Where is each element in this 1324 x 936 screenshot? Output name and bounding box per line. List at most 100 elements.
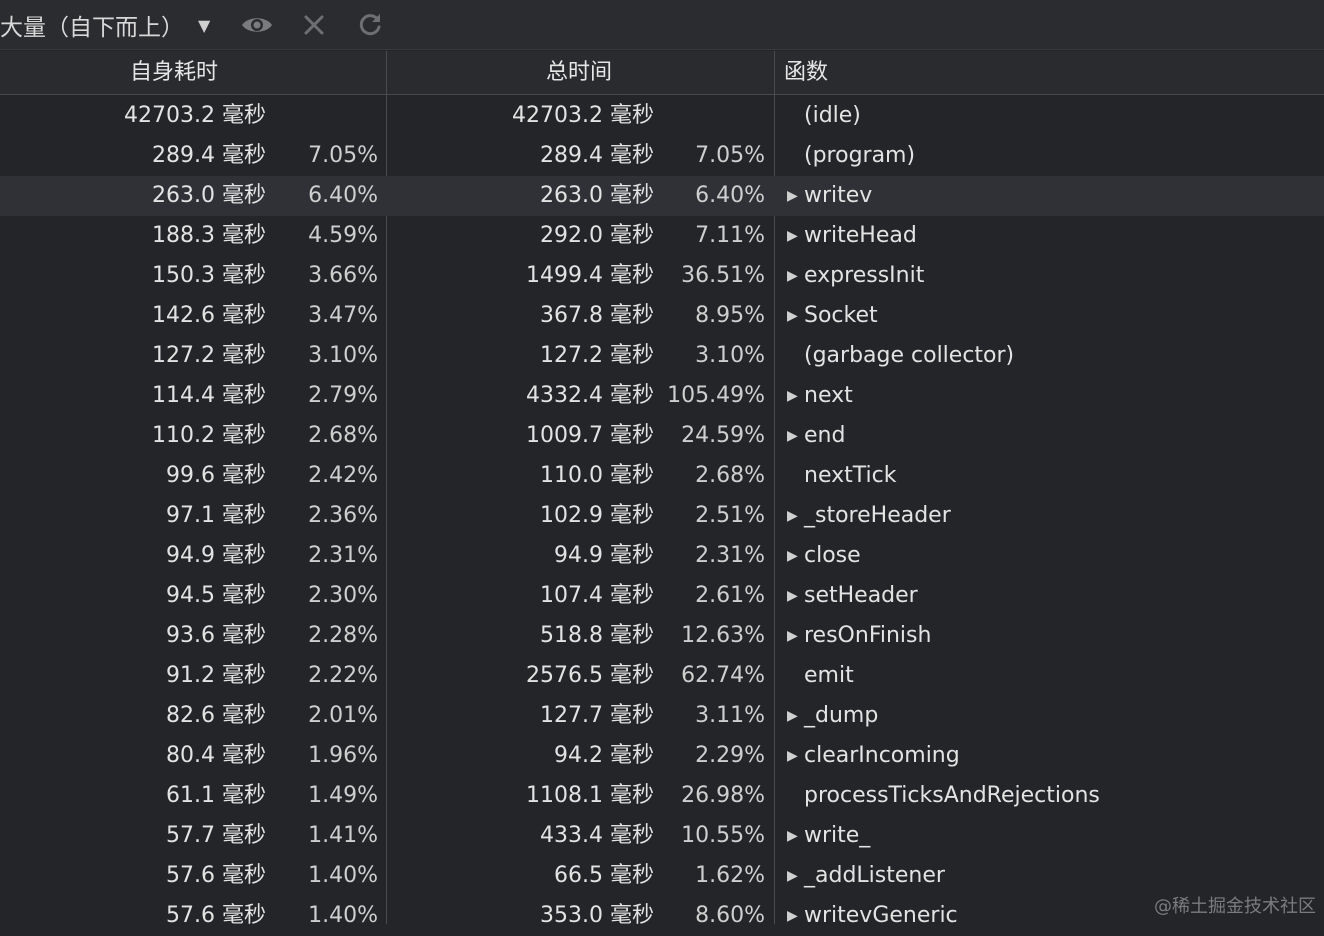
total-percent-cell: 26.98%	[681, 776, 765, 816]
self-time-cell: 188.3 毫秒	[152, 216, 266, 256]
total-percent-cell: 105.49%	[667, 376, 765, 416]
expand-triangle-icon[interactable]: ▶	[787, 896, 798, 936]
expand-triangle-icon[interactable]: ▶	[787, 256, 798, 296]
table-row[interactable]: 80.4 毫秒1.96%94.2 毫秒2.29%▶clearIncoming	[0, 736, 1324, 776]
total-time-cell: 289.4 毫秒	[540, 136, 654, 176]
expand-triangle-icon[interactable]: ▶	[787, 536, 798, 576]
table-row[interactable]: 99.6 毫秒2.42%110.0 毫秒2.68%nextTick	[0, 456, 1324, 496]
total-percent-cell: 3.10%	[695, 336, 765, 376]
self-percent-cell: 2.01%	[308, 696, 378, 736]
self-time-cell: 82.6 毫秒	[166, 696, 266, 736]
self-percent-cell: 2.31%	[308, 536, 378, 576]
function-name-cell: processTicksAndRejections	[804, 776, 1100, 816]
table-row[interactable]: 110.2 毫秒2.68%1009.7 毫秒24.59%▶end	[0, 416, 1324, 456]
self-time-cell: 42703.2 毫秒	[124, 96, 266, 136]
expand-triangle-icon[interactable]: ▶	[787, 216, 798, 256]
total-percent-cell: 10.55%	[681, 816, 765, 856]
column-header-total-time[interactable]: 总时间	[546, 51, 612, 95]
self-time-cell: 57.7 毫秒	[166, 816, 266, 856]
expand-triangle-icon[interactable]: ▶	[787, 736, 798, 776]
total-percent-cell: 3.11%	[695, 696, 765, 736]
self-time-cell: 127.2 毫秒	[152, 336, 266, 376]
function-name-cell: writevGeneric	[804, 896, 958, 936]
function-name-cell: Socket	[804, 296, 878, 336]
table-row[interactable]: 150.3 毫秒3.66%1499.4 毫秒36.51%▶expressInit	[0, 256, 1324, 296]
column-header-function[interactable]: 函数	[784, 51, 828, 95]
total-time-cell: 1108.1 毫秒	[526, 776, 654, 816]
table-row[interactable]: 61.1 毫秒1.49%1108.1 毫秒26.98%processTicksA…	[0, 776, 1324, 816]
function-name-cell: emit	[804, 656, 854, 696]
self-time-cell: 61.1 毫秒	[166, 776, 266, 816]
table-row[interactable]: 289.4 毫秒7.05%289.4 毫秒7.05%(program)	[0, 136, 1324, 176]
expand-triangle-icon[interactable]: ▶	[787, 856, 798, 896]
table-row[interactable]: 57.7 毫秒1.41%433.4 毫秒10.55%▶write_	[0, 816, 1324, 856]
table-row[interactable]: 263.0 毫秒6.40%263.0 毫秒6.40%▶writev	[0, 176, 1324, 216]
total-time-cell: 1009.7 毫秒	[526, 416, 654, 456]
eye-icon[interactable]	[240, 8, 274, 42]
table-row[interactable]: 82.6 毫秒2.01%127.7 毫秒3.11%▶_dump	[0, 696, 1324, 736]
table-row[interactable]: 142.6 毫秒3.47%367.8 毫秒8.95%▶Socket	[0, 296, 1324, 336]
table-row[interactable]: 97.1 毫秒2.36%102.9 毫秒2.51%▶_storeHeader	[0, 496, 1324, 536]
view-mode-dropdown[interactable]: 大量（自下而上） ▼	[0, 0, 210, 50]
self-time-cell: 110.2 毫秒	[152, 416, 266, 456]
table-row[interactable]: 93.6 毫秒2.28%518.8 毫秒12.63%▶resOnFinish	[0, 616, 1324, 656]
self-time-cell: 94.5 毫秒	[166, 576, 266, 616]
self-time-cell: 80.4 毫秒	[166, 736, 266, 776]
expand-triangle-icon[interactable]: ▶	[787, 576, 798, 616]
function-name-cell: _dump	[804, 696, 878, 736]
table-row[interactable]: 57.6 毫秒1.40%66.5 毫秒1.62%▶_addListener	[0, 856, 1324, 896]
function-name-cell: nextTick	[804, 456, 896, 496]
function-name-cell: write_	[804, 816, 870, 856]
self-time-cell: 57.6 毫秒	[166, 856, 266, 896]
expand-triangle-icon[interactable]: ▶	[787, 816, 798, 856]
table-row[interactable]: 57.6 毫秒1.40%353.0 毫秒8.60%▶writevGeneric	[0, 896, 1324, 936]
function-name-cell: (program)	[804, 136, 915, 176]
self-percent-cell: 2.42%	[308, 456, 378, 496]
total-percent-cell: 36.51%	[681, 256, 765, 296]
expand-triangle-icon[interactable]: ▶	[787, 616, 798, 656]
total-percent-cell: 2.29%	[695, 736, 765, 776]
expand-triangle-icon[interactable]: ▶	[787, 696, 798, 736]
total-time-cell: 292.0 毫秒	[540, 216, 654, 256]
expand-triangle-icon[interactable]: ▶	[787, 296, 798, 336]
close-icon[interactable]	[297, 8, 331, 42]
function-name-cell: setHeader	[804, 576, 918, 616]
table-row[interactable]: 94.5 毫秒2.30%107.4 毫秒2.61%▶setHeader	[0, 576, 1324, 616]
self-percent-cell: 1.96%	[308, 736, 378, 776]
self-percent-cell: 1.40%	[308, 896, 378, 936]
function-name-cell: writev	[804, 176, 872, 216]
self-percent-cell: 1.41%	[308, 816, 378, 856]
self-percent-cell: 1.40%	[308, 856, 378, 896]
total-time-cell: 2576.5 毫秒	[526, 656, 654, 696]
total-percent-cell: 8.95%	[695, 296, 765, 336]
self-time-cell: 91.2 毫秒	[166, 656, 266, 696]
expand-triangle-icon[interactable]: ▶	[787, 496, 798, 536]
expand-triangle-icon[interactable]: ▶	[787, 176, 798, 216]
total-time-cell: 102.9 毫秒	[540, 496, 654, 536]
self-time-cell: 99.6 毫秒	[166, 456, 266, 496]
view-mode-label: 大量（自下而上）	[0, 8, 184, 42]
table-row[interactable]: 42703.2 毫秒42703.2 毫秒(idle)	[0, 96, 1324, 136]
total-time-cell: 42703.2 毫秒	[512, 96, 654, 136]
total-percent-cell: 6.40%	[695, 176, 765, 216]
profiler-toolbar: 大量（自下而上） ▼	[0, 0, 1324, 50]
function-name-cell: resOnFinish	[804, 616, 931, 656]
function-name-cell: clearIncoming	[804, 736, 960, 776]
expand-triangle-icon[interactable]: ▶	[787, 376, 798, 416]
refresh-icon[interactable]	[353, 8, 387, 42]
table-row[interactable]: 91.2 毫秒2.22%2576.5 毫秒62.74%emit	[0, 656, 1324, 696]
self-percent-cell: 3.66%	[308, 256, 378, 296]
table-row[interactable]: 188.3 毫秒4.59%292.0 毫秒7.11%▶writeHead	[0, 216, 1324, 256]
self-percent-cell: 2.28%	[308, 616, 378, 656]
total-time-cell: 353.0 毫秒	[540, 896, 654, 936]
self-percent-cell: 3.47%	[308, 296, 378, 336]
total-time-cell: 94.9 毫秒	[554, 536, 654, 576]
column-header-self-time[interactable]: 自身耗时	[130, 51, 218, 95]
total-time-cell: 66.5 毫秒	[554, 856, 654, 896]
table-row[interactable]: 114.4 毫秒2.79%4332.4 毫秒105.49%▶next	[0, 376, 1324, 416]
self-percent-cell: 6.40%	[308, 176, 378, 216]
table-row[interactable]: 127.2 毫秒3.10%127.2 毫秒3.10%(garbage colle…	[0, 336, 1324, 376]
function-name-cell: writeHead	[804, 216, 917, 256]
expand-triangle-icon[interactable]: ▶	[787, 416, 798, 456]
table-row[interactable]: 94.9 毫秒2.31%94.9 毫秒2.31%▶close	[0, 536, 1324, 576]
